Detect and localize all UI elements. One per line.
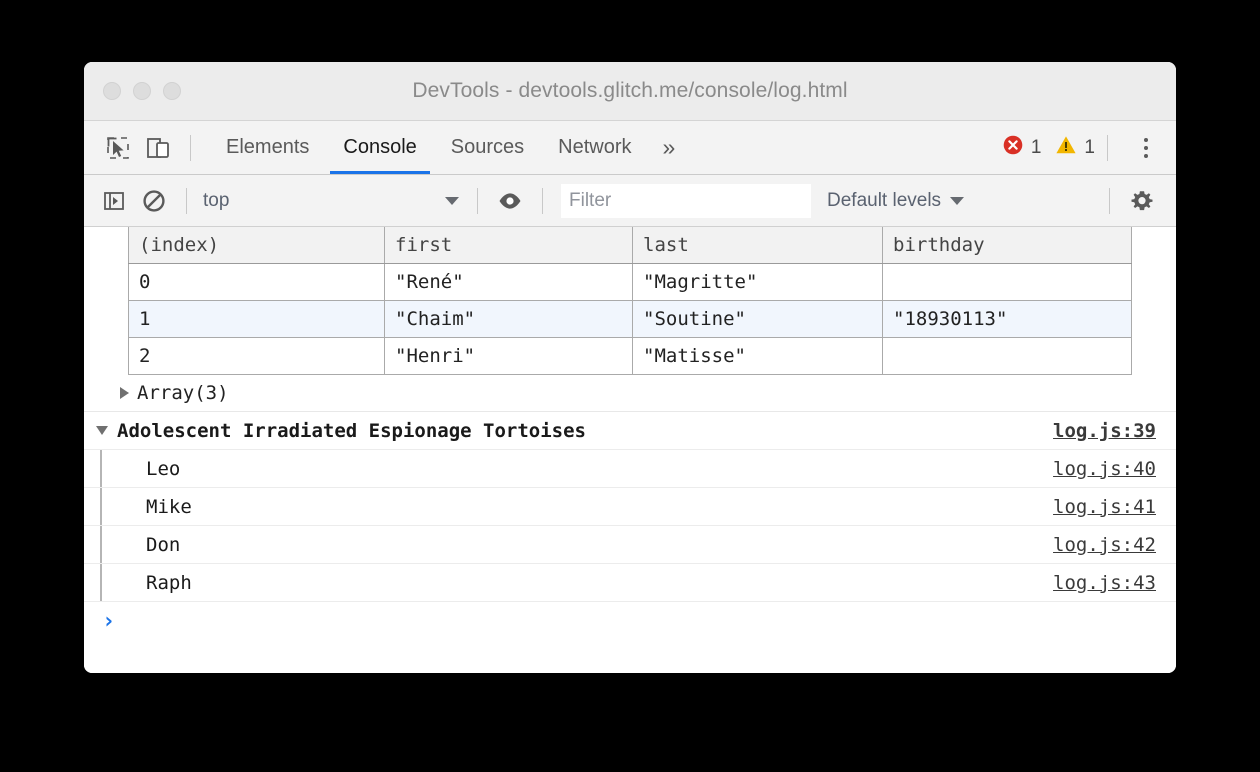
table-cell-last: "Soutine" [633,301,883,338]
window-traffic-lights [103,82,181,100]
inspect-element-icon[interactable] [98,128,138,168]
table-col-first: first [385,227,633,264]
table-cell-first: "Chaim" [385,301,633,338]
source-link[interactable]: log.js:42 [1053,534,1156,556]
table-cell-first: "Henri" [385,338,633,375]
warning-triangle-icon [1055,134,1077,162]
log-message: Raph [146,572,192,594]
table-row: 0 "René" "Magritte" [129,264,1132,301]
log-levels-value: Default levels [827,190,941,212]
window-title: DevTools - devtools.glitch.me/console/lo… [84,79,1176,103]
console-prompt-row[interactable]: › [84,602,1176,642]
warning-count: 1 [1084,137,1095,159]
log-row: Mike log.js:41 [84,488,1176,526]
source-link[interactable]: log.js:40 [1053,458,1156,480]
console-table-head: (index) first last birthday [129,227,1132,264]
toolbar-divider [186,188,187,214]
filter-input[interactable] [561,184,811,218]
devtools-tabstrip: Elements Console Sources Network » [84,121,1176,175]
log-message: Leo [146,458,180,480]
execution-context-selector[interactable]: top [199,185,465,217]
eye-icon[interactable] [490,181,530,221]
table-col-last: last [633,227,883,264]
disclosure-triangle-right-icon[interactable] [120,387,129,399]
source-link[interactable]: log.js:43 [1053,572,1156,594]
table-header-row: (index) first last birthday [129,227,1132,264]
table-cell-index: 1 [129,301,385,338]
tab-elements[interactable]: Elements [209,121,326,174]
device-toolbar-icon[interactable] [138,128,178,168]
table-row: 2 "Henri" "Matisse" [129,338,1132,375]
chevron-down-icon [445,197,459,205]
table-cell-birthday [883,338,1132,375]
table-cell-birthday [883,264,1132,301]
warning-badge[interactable]: 1 [1055,134,1095,162]
log-levels-selector[interactable]: Default levels [827,190,964,212]
tab-elements-label: Elements [226,136,309,159]
table-cell-index: 2 [129,338,385,375]
tabstrip-divider [190,135,191,161]
console-toolbar: top Default levels [84,175,1176,227]
tabstrip-status-area: 1 1 [1002,128,1176,168]
window-titlebar: DevTools - devtools.glitch.me/console/lo… [84,62,1176,121]
console-group-children: Leo log.js:40 Mike log.js:41 Don log.js:… [84,450,1176,602]
console-table-body: 0 "René" "Magritte" 1 "Chaim" "Soutine" … [129,264,1132,375]
error-badge[interactable]: 1 [1002,134,1042,162]
log-row: Leo log.js:40 [84,450,1176,488]
panel-tabs: Elements Console Sources Network » [209,121,689,174]
console-group-header[interactable]: Adolescent Irradiated Espionage Tortoise… [84,412,1176,450]
execution-context-value: top [203,190,445,212]
prompt-chevron-icon: › [102,611,115,633]
status-divider [1107,135,1108,161]
more-tabs-label: » [663,134,676,161]
log-message: Don [146,534,180,556]
log-row: Don log.js:42 [84,526,1176,564]
gear-icon[interactable] [1122,181,1162,221]
console-toolbar-right [1097,181,1176,221]
tab-console[interactable]: Console [326,121,433,174]
disclosure-triangle-down-icon[interactable] [96,426,108,435]
table-cell-last: "Matisse" [633,338,883,375]
error-count: 1 [1031,137,1042,159]
zoom-window-button[interactable] [163,82,181,100]
minimize-window-button[interactable] [133,82,151,100]
tab-network-label: Network [558,136,631,159]
toolbar-divider [542,188,543,214]
console-table-wrapper: (index) first last birthday 0 "René" "Ma… [84,227,1176,375]
table-cell-birthday: "18930113" [883,301,1132,338]
tab-console-label: Console [343,136,416,159]
close-window-button[interactable] [103,82,121,100]
tab-sources[interactable]: Sources [434,121,541,174]
tab-sources-label: Sources [451,136,524,159]
kebab-dot [1144,146,1148,150]
toolbar-divider [477,188,478,214]
source-link[interactable]: log.js:41 [1053,496,1156,518]
table-col-index: (index) [129,227,385,264]
table-col-birthday: birthday [883,227,1132,264]
tab-network[interactable]: Network [541,121,648,174]
console-output: (index) first last birthday 0 "René" "Ma… [84,227,1176,673]
clear-console-icon[interactable] [134,181,174,221]
console-table: (index) first last birthday 0 "René" "Ma… [128,227,1132,375]
array-summary-row[interactable]: Array(3) [84,375,1176,412]
kebab-dot [1144,138,1148,142]
log-row: Raph log.js:43 [84,564,1176,602]
chevron-down-icon [950,197,964,205]
kebab-dot [1144,154,1148,158]
devtools-window: DevTools - devtools.glitch.me/console/lo… [84,62,1176,673]
error-circle-icon [1002,134,1024,162]
table-cell-index: 0 [129,264,385,301]
table-cell-first: "René" [385,264,633,301]
more-tabs-button[interactable]: » [649,121,690,174]
console-sidebar-toggle-icon[interactable] [94,181,134,221]
log-message: Mike [146,496,192,518]
array-summary-label: Array(3) [137,382,229,404]
group-header-message: Adolescent Irradiated Espionage Tortoise… [117,420,586,442]
toolbar-divider [1109,188,1110,214]
kebab-menu-icon[interactable] [1126,128,1166,168]
table-cell-last: "Magritte" [633,264,883,301]
source-link[interactable]: log.js:39 [1053,420,1156,442]
table-row: 1 "Chaim" "Soutine" "18930113" [129,301,1132,338]
